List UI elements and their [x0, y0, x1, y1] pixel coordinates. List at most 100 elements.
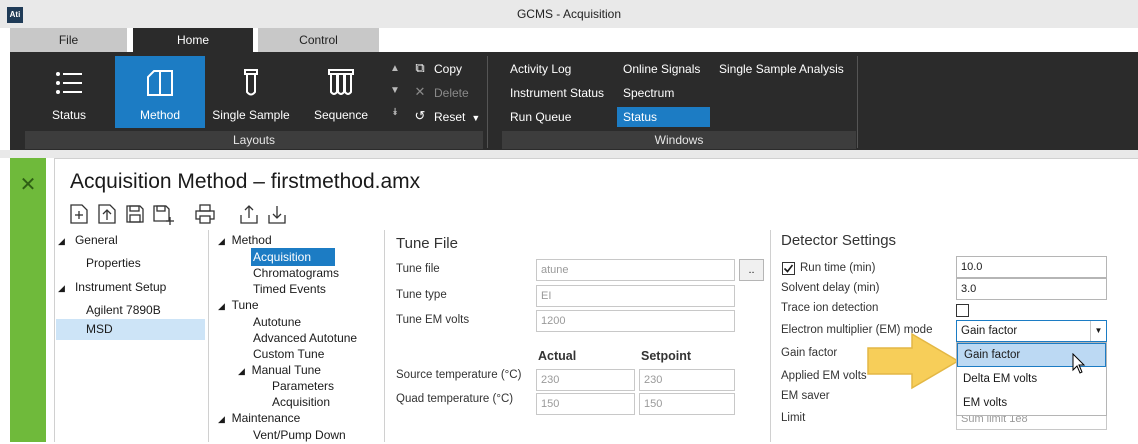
status-layout-button[interactable]: Status — [25, 56, 113, 128]
nav-agilent-7890b[interactable]: Agilent 7890B — [86, 301, 161, 319]
chevron-down-icon[interactable]: ▼ — [1090, 321, 1106, 341]
tree-tune[interactable]: ◢ Tune — [218, 296, 259, 314]
tree-tune-label: Tune — [231, 298, 259, 312]
tree-vent-pump-down[interactable]: Vent/Pump Down — [253, 426, 346, 444]
limit-label: Limit — [781, 412, 806, 424]
save-as-icon[interactable] — [152, 203, 174, 225]
option-em-volts[interactable]: EM volts — [957, 391, 1106, 415]
sequence-layout-label: Sequence — [313, 108, 369, 122]
run-queue-button[interactable]: Run Queue — [504, 107, 577, 127]
ribbon-separator — [487, 56, 488, 148]
em-saver-label: EM saver — [781, 390, 830, 402]
nav-properties[interactable]: Properties — [86, 254, 141, 272]
activity-log-button[interactable]: Activity Log — [504, 59, 577, 79]
divider — [770, 230, 771, 442]
collapse-icon: ◢ — [238, 366, 245, 376]
tree-method-label: Method — [231, 233, 272, 247]
ribbon-scroll[interactable]: ▲ ▼ ⯯ — [388, 58, 402, 126]
method-layout-label: Method — [139, 108, 181, 122]
window-title: GCMS - Acquisition — [516, 7, 622, 21]
expand-icon[interactable]: ⯯ — [388, 102, 402, 124]
delete-icon: ✕ — [414, 84, 426, 99]
run-time-checkbox[interactable] — [782, 262, 795, 275]
tree-manual-tune-label: Manual Tune — [251, 363, 321, 377]
vial-icon — [244, 69, 258, 96]
list-icon — [56, 72, 82, 94]
tree-maintenance-label: Maintenance — [231, 411, 301, 425]
import-icon[interactable] — [266, 203, 288, 225]
tree-method[interactable]: ◢ Method — [218, 231, 272, 249]
solvent-delay-label: Solvent delay (min) — [781, 282, 880, 294]
tune-type-label: Tune type — [396, 289, 447, 301]
scroll-down-icon[interactable]: ▼ — [388, 80, 402, 102]
export-icon[interactable] — [238, 203, 260, 225]
trace-ion-label: Trace ion detection — [781, 302, 879, 314]
save-icon[interactable] — [124, 203, 146, 225]
source-temp-label: Source temperature (°C) — [396, 369, 522, 381]
source-setpoint-field[interactable]: 230 — [639, 369, 735, 391]
tree-maintenance[interactable]: ◢ Maintenance — [218, 409, 300, 427]
tune-file-field[interactable]: atune — [536, 259, 735, 281]
online-signals-button[interactable]: Online Signals — [617, 59, 706, 79]
mouse-cursor-icon — [1072, 353, 1086, 374]
delete-button[interactable]: ✕ Delete — [412, 83, 469, 103]
doc-border-left — [54, 158, 55, 442]
nav-msd[interactable]: MSD — [56, 319, 205, 340]
tab-file[interactable]: File — [10, 28, 127, 52]
collapse-icon: ◢ — [58, 283, 65, 293]
tune-type-field[interactable]: EI — [536, 285, 735, 307]
tune-em-field[interactable]: 1200 — [536, 310, 735, 332]
single-sample-layout-label: Single Sample — [212, 108, 290, 122]
page-title: Acquisition Method – firstmethod.amx — [70, 170, 421, 193]
scroll-up-icon[interactable]: ▲ — [388, 58, 402, 80]
tune-file-heading: Tune File — [396, 235, 458, 252]
vials-icon — [328, 69, 354, 95]
status-layout-label: Status — [51, 108, 87, 122]
copy-button[interactable]: ⧉ Copy — [412, 59, 462, 79]
collapse-icon: ◢ — [218, 236, 225, 246]
quad-temp-label: Quad temperature (°C) — [396, 393, 514, 405]
single-sample-analysis-button[interactable]: Single Sample Analysis — [713, 59, 850, 79]
collapse-icon: ◢ — [218, 414, 225, 424]
method-layout-button[interactable]: Method — [115, 56, 205, 128]
side-bar — [10, 158, 46, 442]
quad-setpoint-field[interactable]: 150 — [639, 393, 735, 415]
browse-button[interactable]: .. — [739, 259, 764, 281]
new-file-icon[interactable] — [68, 203, 90, 225]
collapse-icon: ◢ — [58, 236, 65, 246]
run-time-label: Run time (min) — [800, 262, 876, 274]
em-mode-select[interactable]: Gain factor ▼ — [956, 320, 1107, 342]
delete-label: Delete — [434, 86, 469, 100]
ribbon-separator-2 — [857, 56, 858, 148]
windows-group-label: Windows — [502, 131, 856, 149]
reset-button[interactable]: ↺ Reset ▼ — [412, 107, 481, 127]
single-sample-layout-button[interactable]: Single Sample — [207, 56, 295, 128]
applied-em-label: Applied EM volts — [781, 370, 867, 382]
tree-timed-events[interactable]: Timed Events — [253, 280, 326, 298]
open-file-icon[interactable] — [96, 203, 118, 225]
trace-ion-checkbox[interactable] — [956, 304, 969, 317]
tune-em-label: Tune EM volts — [396, 314, 470, 326]
tab-home[interactable]: Home — [133, 28, 253, 52]
layouts-group-label: Layouts — [25, 131, 483, 149]
tab-control[interactable]: Control — [258, 28, 379, 52]
close-icon[interactable]: ✕ — [10, 172, 46, 197]
sequence-layout-button[interactable]: Sequence — [297, 56, 385, 128]
spectrum-button[interactable]: Spectrum — [617, 83, 680, 103]
nav-general[interactable]: ◢ General — [58, 231, 118, 249]
reset-label: Reset — [434, 110, 466, 124]
method-icon — [147, 70, 173, 96]
source-actual-field: 230 — [536, 369, 635, 391]
nav-instrument-setup[interactable]: ◢ Instrument Setup — [58, 278, 166, 296]
run-time-field[interactable]: 10.0 — [956, 256, 1107, 278]
instrument-status-button[interactable]: Instrument Status — [504, 83, 610, 103]
status-window-button[interactable]: Status — [617, 107, 710, 127]
gain-factor-label: Gain factor — [781, 347, 838, 359]
detector-heading: Detector Settings — [781, 232, 897, 249]
solvent-delay-field[interactable]: 3.0 — [956, 278, 1107, 300]
divider — [384, 230, 385, 442]
chevron-down-icon: ▼ — [471, 113, 481, 123]
divider — [208, 230, 209, 442]
copy-label: Copy — [434, 62, 463, 76]
print-icon[interactable] — [194, 203, 216, 225]
